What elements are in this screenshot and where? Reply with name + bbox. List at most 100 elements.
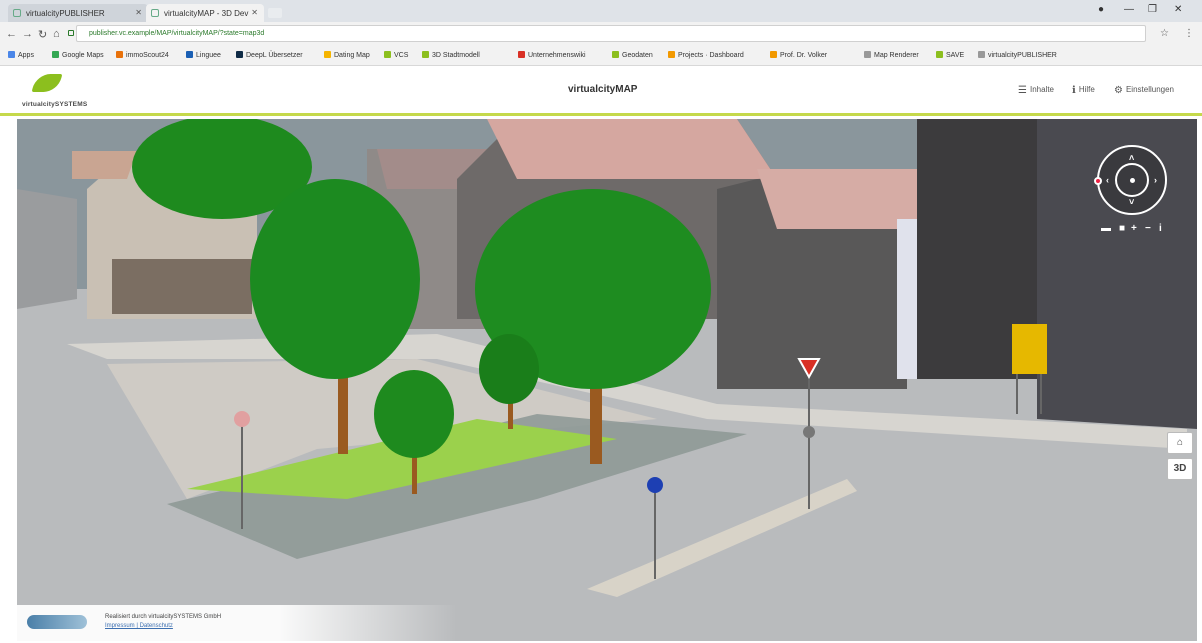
bookmark-label: Google Maps bbox=[62, 52, 104, 59]
bookmark-label: DeepL Übersetzer bbox=[246, 52, 303, 59]
bookmark-label: Dating Map bbox=[334, 52, 370, 59]
close-tab-icon[interactable]: ✕ bbox=[251, 8, 258, 17]
zoom-box-icon[interactable]: ■ bbox=[1119, 223, 1125, 234]
navigation-compass[interactable]: ˄ ˅ ‹ › bbox=[1094, 145, 1167, 215]
app-header: virtualcitySYSTEMS virtualcityMAP ☰ Inhal… bbox=[0, 66, 1202, 116]
zoom-tilt-bar: ▬ ■ + − i bbox=[1097, 223, 1167, 235]
bookmark-star-icon[interactable]: ☆ bbox=[1160, 28, 1169, 39]
bookmark-item[interactable]: Unternehmenswiki bbox=[518, 51, 586, 59]
back-icon[interactable]: ← bbox=[6, 28, 17, 40]
zoom-in-icon[interactable]: + bbox=[1131, 223, 1137, 234]
footer-links[interactable]: Impressum | Datenschutz bbox=[105, 622, 221, 631]
bookmarks-bar: Apps Google Maps immoScout24 Linguee Dee… bbox=[0, 46, 1202, 66]
bookmark-favicon-icon bbox=[384, 51, 391, 58]
tree-crown bbox=[250, 179, 420, 379]
url-field[interactable]: publisher.vc.example/MAP/virtualcityMAP/… bbox=[76, 25, 1146, 42]
3d-scene bbox=[17, 119, 1197, 641]
tilt-icon[interactable]: ▬ bbox=[1101, 223, 1111, 234]
bookmark-item[interactable]: virtualcityPUBLISHER bbox=[978, 51, 1057, 59]
home-icon: ⌂ bbox=[1176, 437, 1184, 448]
gear-icon: ⚙ bbox=[1114, 85, 1123, 96]
bookmark-item[interactable]: VCS bbox=[384, 51, 408, 59]
bookmark-item[interactable]: SAVE bbox=[936, 51, 964, 59]
bookmark-item[interactable]: Google Maps bbox=[52, 51, 104, 59]
footer-logo[interactable] bbox=[27, 615, 87, 629]
minimize-icon[interactable]: — bbox=[1124, 4, 1134, 15]
bookmark-item[interactable]: Geodaten bbox=[612, 51, 653, 59]
map-3d-viewport[interactable]: ˄ ˅ ‹ › ▬ ■ + − i ⌂ 3D Realisiert durch … bbox=[17, 119, 1197, 641]
maximize-icon[interactable]: ❐ bbox=[1148, 4, 1157, 15]
bookmark-favicon-icon bbox=[52, 51, 59, 58]
pan-right-icon[interactable]: › bbox=[1154, 175, 1157, 185]
menu-hilfe-button[interactable]: ℹ Hilfe bbox=[1072, 85, 1095, 96]
bookmark-favicon-icon bbox=[612, 51, 619, 58]
bookmark-label: Linguee bbox=[196, 52, 221, 59]
logo-leaf-icon bbox=[31, 74, 63, 92]
bookmark-favicon-icon bbox=[864, 51, 871, 58]
bookmark-label: Map Renderer bbox=[874, 52, 919, 59]
browser-addressbar: ← → ↻ ⌂ publisher.vc.example/MAP/virtual… bbox=[0, 22, 1202, 46]
close-window-icon[interactable]: ✕ bbox=[1174, 4, 1182, 15]
building-roof bbox=[487, 119, 777, 179]
tree-crown bbox=[479, 334, 539, 404]
traffic-sign bbox=[803, 426, 815, 438]
building bbox=[17, 189, 77, 309]
logo-text: virtualcitySYSTEMS bbox=[22, 101, 88, 108]
traffic-sign bbox=[234, 411, 250, 427]
building-shopfront bbox=[112, 259, 252, 314]
bookmark-item[interactable]: Map Renderer bbox=[864, 51, 919, 59]
virtualcity-logo[interactable]: virtualcitySYSTEMS bbox=[22, 74, 122, 112]
bookmark-item[interactable]: Projects · Dashboard bbox=[668, 51, 744, 59]
tree-trunk bbox=[338, 374, 348, 454]
bookmark-favicon-icon bbox=[978, 51, 985, 58]
pan-up-icon[interactable]: ˄ bbox=[1129, 153, 1134, 163]
bookmark-label: Projects · Dashboard bbox=[678, 52, 744, 59]
browser-tab-map[interactable]: virtualcityMAP - 3D Dev ✕ bbox=[146, 4, 264, 22]
menu-einstellungen-label: Einstellungen bbox=[1125, 85, 1175, 94]
bookmark-item[interactable]: Dating Map bbox=[324, 51, 370, 59]
browser-menu-icon[interactable]: ⋮ bbox=[1184, 28, 1194, 39]
bookmark-item[interactable]: 3D Stadtmodell bbox=[422, 51, 480, 59]
bookmark-favicon-icon bbox=[324, 51, 331, 58]
info-board bbox=[1012, 324, 1047, 374]
menu-einstellungen-button[interactable]: ⚙ Einstellungen bbox=[1114, 85, 1174, 96]
menu-inhalte-button[interactable]: ☰ Inhalte bbox=[1018, 85, 1054, 96]
view-mode-3d-button[interactable]: 3D bbox=[1167, 458, 1193, 480]
bookmark-favicon-icon bbox=[518, 51, 525, 58]
info-small-icon[interactable]: i bbox=[1159, 223, 1162, 234]
tree-crown bbox=[374, 370, 454, 458]
bookmark-item[interactable]: DeepL Übersetzer bbox=[236, 51, 303, 59]
menu-inhalte-label: Inhalte bbox=[1029, 85, 1054, 94]
forward-icon[interactable]: → bbox=[22, 28, 33, 40]
tab-label: virtualcityPUBLISHER bbox=[26, 9, 105, 18]
list-icon: ☰ bbox=[1018, 85, 1027, 96]
bookmark-item[interactable]: Apps bbox=[8, 51, 34, 59]
bookmark-label: SAVE bbox=[946, 52, 965, 59]
bookmark-label: immoScout24 bbox=[126, 52, 169, 59]
bookmark-label: 3D Stadtmodell bbox=[432, 52, 480, 59]
pan-left-icon[interactable]: ‹ bbox=[1106, 175, 1109, 185]
bookmark-favicon-icon bbox=[8, 51, 15, 58]
app-title: virtualcityMAP bbox=[568, 84, 638, 95]
menu-hilfe-label: Hilfe bbox=[1078, 85, 1095, 94]
footer-text: Realisiert durch virtualcitySYSTEMS GmbH… bbox=[105, 613, 221, 631]
home-nav-icon[interactable]: ⌂ bbox=[53, 28, 60, 40]
bookmark-item[interactable]: immoScout24 bbox=[116, 51, 169, 59]
reload-icon[interactable]: ↻ bbox=[38, 28, 47, 41]
new-tab-button[interactable] bbox=[268, 8, 282, 18]
lock-icon bbox=[68, 30, 74, 36]
browser-tabbar: virtualcityPUBLISHER ✕ virtualcityMAP - … bbox=[0, 0, 1202, 22]
home-view-button[interactable]: ⌂ bbox=[1167, 432, 1193, 454]
browser-tab-publisher[interactable]: virtualcityPUBLISHER ✕ bbox=[8, 4, 148, 22]
bookmark-favicon-icon bbox=[770, 51, 777, 58]
close-tab-icon[interactable]: ✕ bbox=[135, 8, 142, 17]
user-profile-icon[interactable]: ● bbox=[1098, 4, 1104, 15]
bookmark-favicon-icon bbox=[116, 51, 123, 58]
bookmark-label: Unternehmenswiki bbox=[528, 52, 586, 59]
zoom-out-icon[interactable]: − bbox=[1145, 223, 1151, 234]
bookmark-favicon-icon bbox=[422, 51, 429, 58]
bookmark-item[interactable]: Linguee bbox=[186, 51, 221, 59]
map-footer: Realisiert durch virtualcitySYSTEMS GmbH… bbox=[17, 605, 457, 641]
bookmark-item[interactable]: Prof. Dr. Volker bbox=[770, 51, 827, 59]
pan-down-icon[interactable]: ˅ bbox=[1129, 197, 1134, 207]
